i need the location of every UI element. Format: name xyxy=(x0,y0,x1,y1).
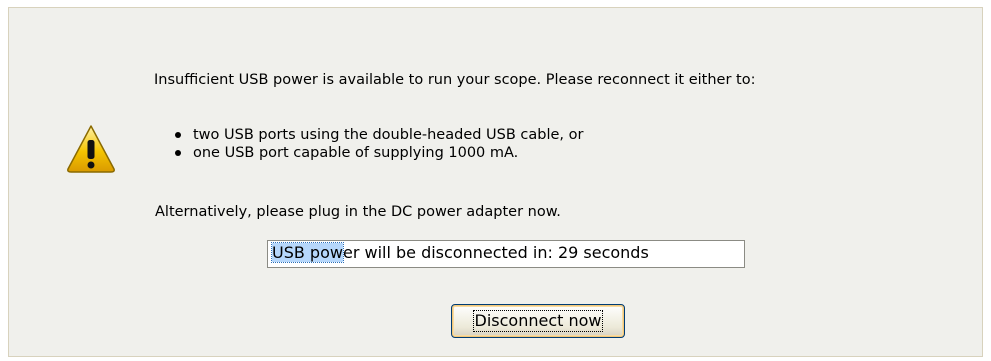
message-line-2: Alternatively, please plug in the DC pow… xyxy=(155,204,561,220)
message-line-1: Insufficient USB power is available to r… xyxy=(154,72,756,88)
countdown-field[interactable]: USB power will be disconnected in: 29 se… xyxy=(267,240,745,268)
warning-icon xyxy=(65,123,117,175)
bullet-icon xyxy=(175,150,181,156)
list-item: two USB ports using the double-headed US… xyxy=(175,126,584,144)
disconnect-now-label: Disconnect now xyxy=(472,310,604,332)
bullet-text: two USB ports using the double-headed US… xyxy=(193,127,584,143)
disconnect-now-button[interactable]: Disconnect now xyxy=(451,304,625,338)
requirements-list: two USB ports using the double-headed US… xyxy=(175,126,584,162)
countdown-remaining-text: er will be disconnected in: 29 seconds xyxy=(342,243,649,262)
bullet-icon xyxy=(175,132,181,138)
usb-power-dialog: Insufficient USB power is available to r… xyxy=(8,7,983,357)
list-item: one USB port capable of supplying 1000 m… xyxy=(175,144,584,162)
bullet-text: one USB port capable of supplying 1000 m… xyxy=(193,145,519,161)
countdown-selected-text: USB pow xyxy=(271,242,344,263)
